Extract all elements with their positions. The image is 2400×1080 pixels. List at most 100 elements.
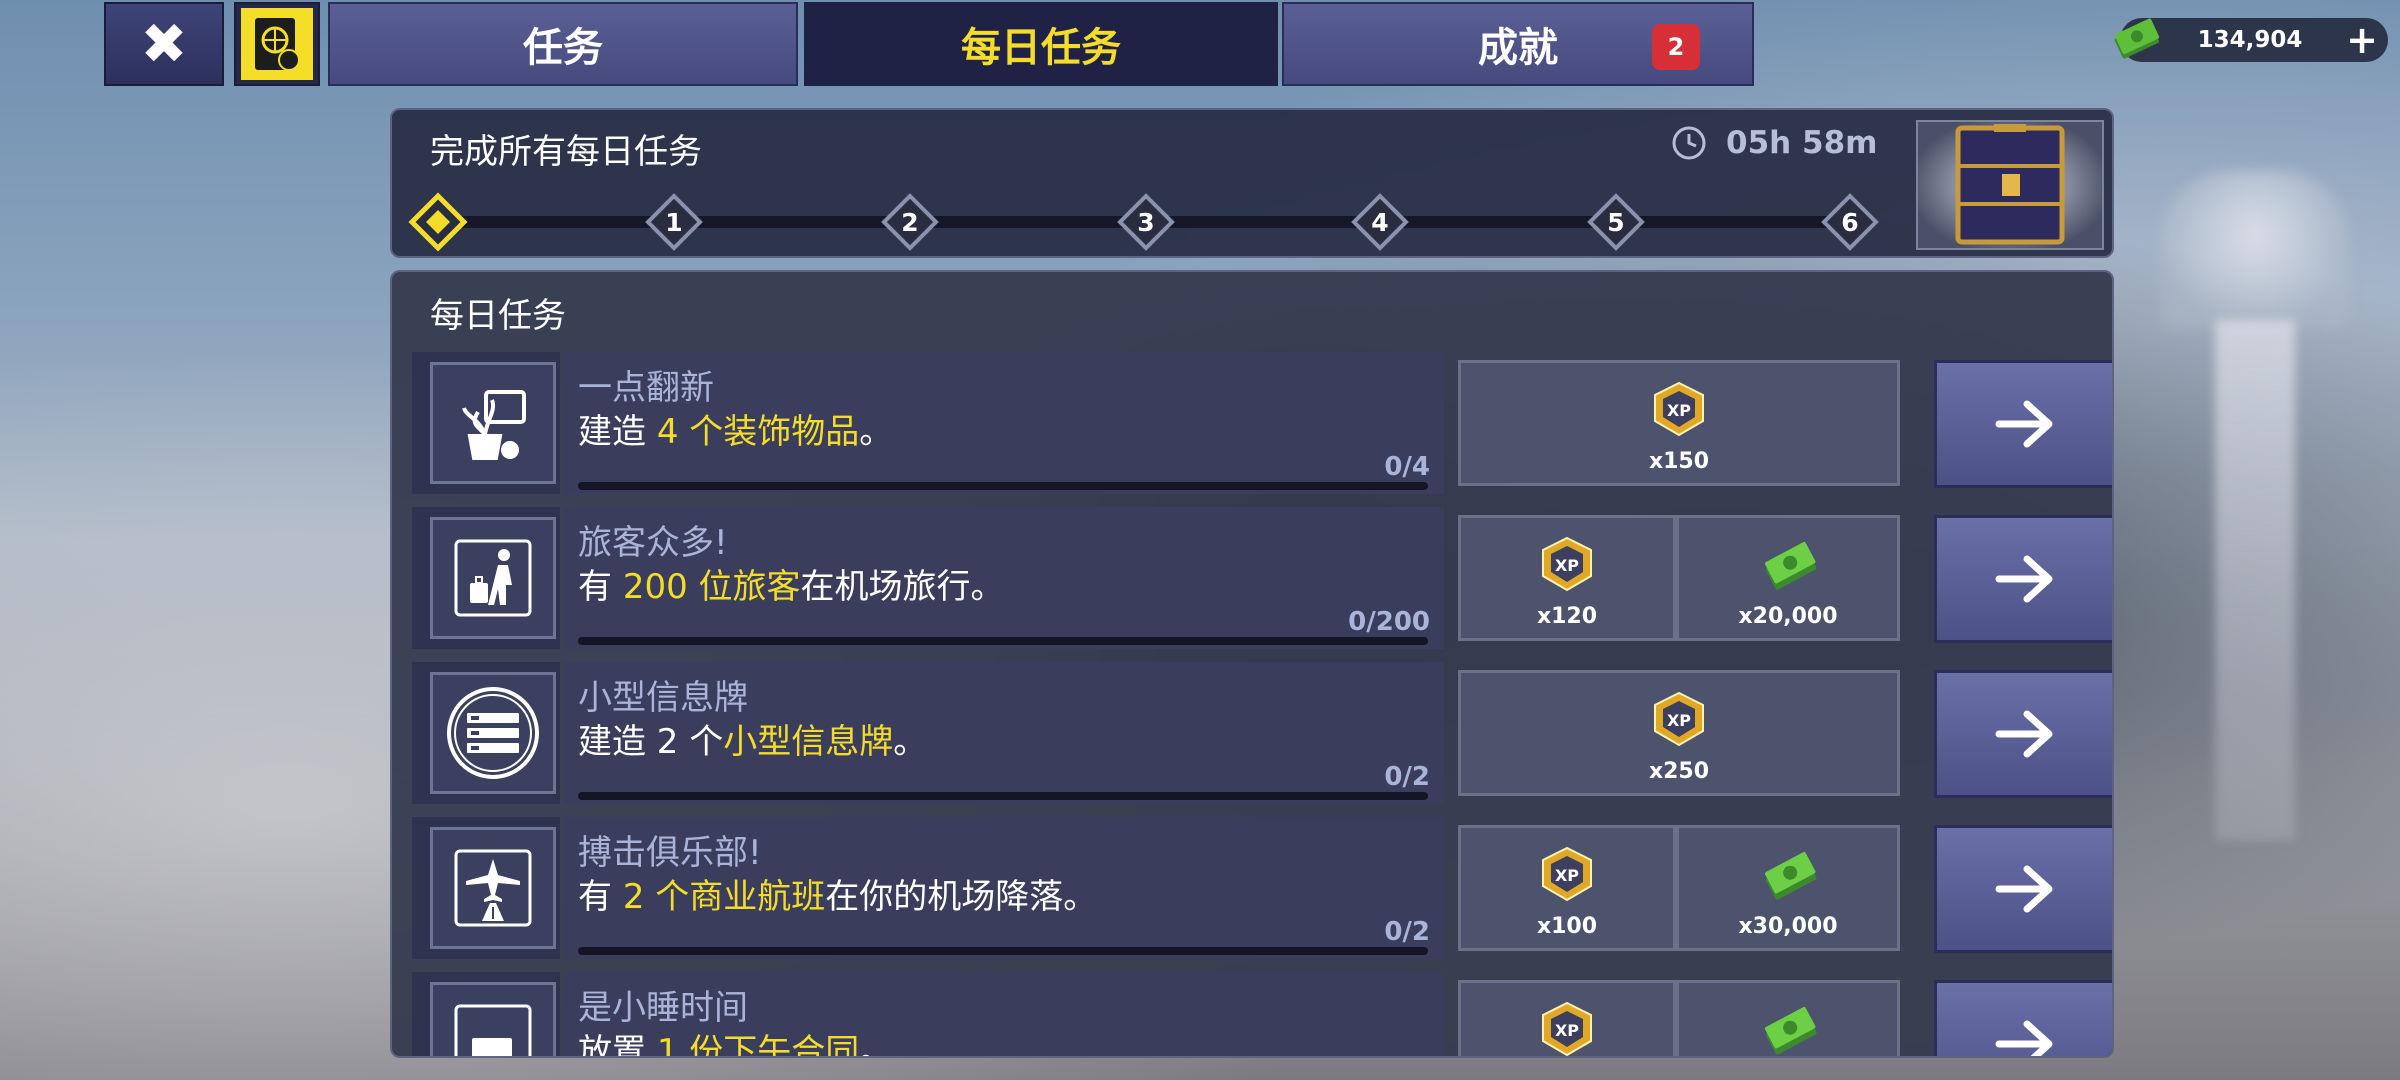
task-icon-cell (412, 662, 560, 804)
reward-xp: XP x250 (1458, 670, 1900, 796)
task-body: 搏击俱乐部! 有 2 个商业航班在你的机场降落。 0/2 (564, 817, 1444, 959)
contract-icon (430, 982, 556, 1056)
xp-badge-icon: XP (1542, 536, 1592, 592)
passenger-icon (430, 517, 556, 639)
task-row: 一点翻新 建造 4 个装饰物品。 0/4 XP x150 (412, 352, 2112, 494)
cash-icon (1764, 542, 1817, 590)
go-button[interactable] (1934, 360, 2112, 488)
passport-icon (241, 8, 313, 80)
task-desc-highlight: 小型信息牌 (723, 722, 894, 762)
task-body: 一点翻新 建造 4 个装饰物品。 0/4 (564, 352, 1444, 494)
arrow-right-icon (1995, 400, 2053, 448)
task-body: 是小睡时间 放置 1 份下午合同。 (564, 972, 1444, 1058)
task-progress-count: 0/2 (1384, 917, 1430, 947)
reward-cash (1676, 980, 1900, 1056)
milestone-6: 6 (1818, 190, 1882, 254)
reward-amount: x250 (1648, 759, 1710, 784)
go-button[interactable] (1934, 670, 2112, 798)
tab-label: 成就 (1478, 25, 1558, 71)
reward-amount: x100 (1536, 914, 1598, 939)
task-progress-count: 0/2 (1384, 762, 1430, 792)
cash-icon (1764, 852, 1817, 900)
reset-timer: 05h 58m (1670, 124, 1877, 162)
task-icon-cell (412, 352, 560, 494)
svg-text:XP: XP (1555, 866, 1579, 885)
task-desc-highlight: 4 个装饰物品 (656, 412, 860, 452)
task-desc-highlight: 2 个商业航班 (622, 877, 826, 917)
reward-amount: x30,000 (1738, 914, 1838, 939)
passport-button[interactable] (234, 2, 320, 86)
milestone-number: 4 (1371, 207, 1389, 237)
milestone-4: 4 (1348, 190, 1412, 254)
milestone-number: 5 (1607, 207, 1625, 237)
task-description: 有 200 位旅客在机场旅行。 (578, 559, 1005, 608)
task-progress-count: 0/200 (1348, 607, 1430, 637)
decoration-icon (430, 362, 556, 484)
task-icon-cell (412, 507, 560, 649)
tab-tasks[interactable]: 任务 (328, 2, 798, 86)
task-description: 建造 2 个小型信息牌。 (578, 714, 927, 763)
task-description: 放置 1 份下午合同。 (578, 1024, 893, 1058)
daily-progress-title: 完成所有每日任务 (430, 132, 702, 172)
task-icon-cell (412, 817, 560, 959)
task-progress-bar (578, 947, 1428, 955)
tab-daily-tasks[interactable]: 每日任务 (804, 2, 1278, 86)
task-title: 旅客众多! (578, 523, 728, 563)
xp-badge-icon: XP (1654, 691, 1704, 747)
go-button[interactable] (1934, 980, 2112, 1056)
task-desc-text: 有 (578, 877, 623, 917)
task-desc-text: 建造 2 个 (578, 722, 724, 762)
arrow-right-icon (1995, 865, 2053, 913)
arrow-right-icon (1995, 555, 2053, 603)
reward-cash: x20,000 (1676, 515, 1900, 641)
task-row: 旅客众多! 有 200 位旅客在机场旅行。 0/200 XP x120 x20,… (412, 507, 2112, 649)
task-desc-text: 建造 (578, 412, 657, 452)
close-button[interactable]: ✖ (104, 2, 224, 86)
milestone-1: 1 (642, 190, 706, 254)
svg-text:XP: XP (1555, 1021, 1579, 1040)
background-control-tower (2160, 170, 2350, 330)
info-board-icon (430, 672, 556, 794)
reward-xp: XP x150 (1458, 360, 1900, 486)
daily-progress-panel: 完成所有每日任务 05h 58m 1 2 3 4 5 6 (390, 108, 2114, 258)
daily-task-list: 每日任务 一点翻新 建造 4 个装饰物品。 0/4 XP x150 旅客众多! … (390, 270, 2114, 1058)
reward-xp: XP x120 (1458, 515, 1676, 641)
task-body: 旅客众多! 有 200 位旅客在机场旅行。 0/200 (564, 507, 1444, 649)
task-desc-text: 放置 (578, 1032, 657, 1058)
reward-amount: x120 (1536, 604, 1598, 629)
task-row: 搏击俱乐部! 有 2 个商业航班在你的机场降落。 0/2 XP x100 x30… (412, 817, 2112, 959)
cash-icon (1764, 1007, 1817, 1055)
arrow-right-icon (1995, 1020, 2053, 1056)
xp-badge-icon: XP (1654, 381, 1704, 437)
go-button[interactable] (1934, 825, 2112, 953)
notification-badge: 2 (1652, 24, 1700, 70)
task-progress-bar (578, 637, 1428, 645)
svg-text:XP: XP (1555, 556, 1579, 575)
task-desc-highlight: 200 位旅客 (622, 567, 801, 607)
task-progress-count: 0/4 (1384, 452, 1430, 482)
add-currency-button[interactable]: + (2340, 18, 2384, 62)
reward-chest[interactable] (1916, 120, 2104, 250)
task-progress-bar (578, 792, 1428, 800)
close-icon: ✖ (140, 11, 188, 77)
task-desc-highlight: 1 份下午合同 (656, 1032, 860, 1058)
task-desc-text: 有 (578, 567, 623, 607)
task-desc-text: 。 (893, 722, 928, 762)
currency-amount: 134,904 (2197, 27, 2303, 53)
runway-icon (430, 827, 556, 949)
milestone-2: 2 (878, 190, 942, 254)
task-title: 搏击俱乐部! (578, 833, 762, 873)
task-description: 有 2 个商业航班在你的机场降落。 (578, 869, 1097, 918)
svg-text:XP: XP (1667, 401, 1691, 420)
task-body: 小型信息牌 建造 2 个小型信息牌。 0/2 (564, 662, 1444, 804)
list-header: 每日任务 (430, 296, 566, 336)
chest-icon (1918, 122, 2102, 248)
reward-amount: x150 (1648, 449, 1710, 474)
task-progress-bar (578, 482, 1428, 490)
tab-label: 任务 (523, 25, 603, 71)
go-button[interactable] (1934, 515, 2112, 643)
clock-icon (1672, 126, 1706, 160)
task-desc-text: 。 (859, 412, 894, 452)
tab-achievements[interactable]: 成就 2 (1282, 2, 1754, 86)
milestone-3: 3 (1114, 190, 1178, 254)
